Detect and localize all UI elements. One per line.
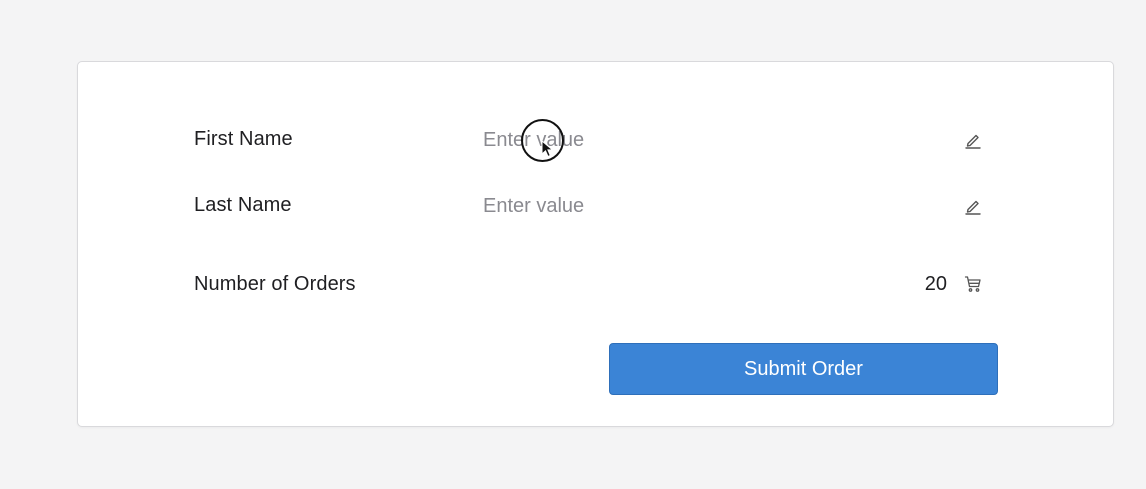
first-name-input[interactable] <box>483 125 903 155</box>
first-name-label: First Name <box>194 128 293 150</box>
edit-icon[interactable] <box>963 196 983 216</box>
edit-icon[interactable] <box>963 130 983 150</box>
orders-count: 20 <box>924 273 947 295</box>
last-name-input[interactable] <box>483 191 903 221</box>
last-name-label: Last Name <box>194 194 292 216</box>
submit-order-button[interactable]: Submit Order <box>609 343 998 395</box>
orders-label: Number of Orders <box>194 273 356 295</box>
order-form-card: First Name Last Name Number of Orders 20… <box>77 61 1114 427</box>
cart-icon <box>964 275 982 293</box>
